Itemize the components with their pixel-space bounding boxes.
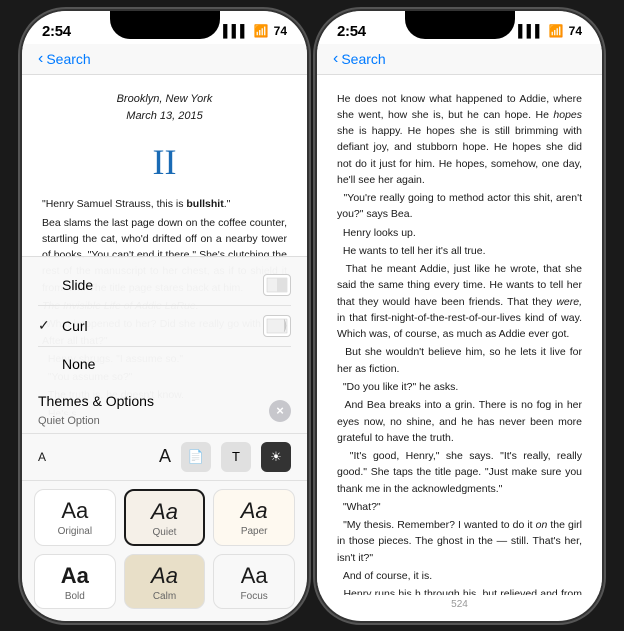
themes-title: Themes & (38, 393, 106, 409)
time-left: 2:54 (42, 23, 71, 40)
status-icons-right: ▌▌▌ 📶 74 (518, 24, 582, 38)
right-phone: 2:54 ▌▌▌ 📶 74 ‹ Search He does not know … (317, 11, 602, 621)
theme-quiet-inner: Aa Quiet (126, 491, 204, 544)
theme-focus-card[interactable]: Aa Focus (213, 554, 295, 609)
font-options-button[interactable]: 📄 (181, 442, 211, 472)
battery-right: 74 (569, 24, 582, 38)
theme-quiet-card[interactable]: Aa Quiet (124, 489, 206, 546)
theme-calm-name: Calm (131, 591, 199, 602)
bottom-panel-left: Slide ✓ Curl (22, 256, 307, 621)
wifi-icon-right: 📶 (549, 24, 564, 38)
font-size-large-label: A (159, 446, 171, 467)
time-right: 2:54 (337, 23, 366, 40)
curl-preview-icon (266, 318, 288, 334)
signal-icon-right: ▌▌▌ (518, 24, 544, 38)
theme-original-name: Original (41, 526, 109, 537)
notch-right (405, 11, 515, 39)
battery-left: 74 (274, 24, 287, 38)
book-text-right: He does not know what happened to Addie,… (337, 91, 582, 595)
font-size-small-label: A (38, 450, 46, 464)
back-label-left: Search (46, 51, 90, 67)
book-content-right: He does not know what happened to Addie,… (317, 75, 602, 595)
theme-original-card[interactable]: Aa Original (34, 489, 116, 546)
font-controls-row: A A 📄 T ☀ (22, 434, 307, 481)
themes-subtitle: Options (106, 393, 154, 409)
chapter-number: II (42, 135, 287, 191)
theme-original-inner: Aa Original (35, 490, 115, 543)
none-text: None (62, 356, 95, 372)
back-button-left[interactable]: ‹ Search (38, 50, 91, 68)
slide-icon-box (263, 274, 291, 296)
theme-bold-name: Bold (41, 591, 109, 602)
signal-icon: ▌▌▌ (223, 24, 249, 38)
nav-bar-left: ‹ Search (22, 44, 307, 75)
curl-label: ✓ Curl (38, 317, 88, 334)
themes-label: Themes & Options Quiet Option (38, 393, 154, 429)
page-number: 524 (317, 595, 602, 614)
chevron-left-icon-right: ‹ (333, 50, 338, 68)
left-phone: 2:54 ▌▌▌ 📶 74 ‹ Search Brooklyn, New Yor… (22, 11, 307, 621)
slide-label: Slide (38, 277, 93, 293)
slide-preview-icon (266, 277, 288, 293)
theme-paper-inner: Aa Paper (214, 490, 294, 543)
curl-icon-box (263, 315, 291, 337)
transition-menu: Slide ✓ Curl (22, 257, 307, 387)
quiet-option-label: Quiet Option (38, 415, 100, 427)
status-icons-left: ▌▌▌ 📶 74 (223, 24, 287, 38)
back-label-right: Search (341, 51, 385, 67)
close-button[interactable]: × (269, 400, 291, 422)
theme-bold-aa: Aa (41, 563, 109, 589)
themes-header-row: Themes & Options Quiet Option × (22, 387, 307, 434)
theme-bold-inner: Aa Bold (35, 555, 115, 608)
theme-calm-inner: Aa Calm (125, 555, 205, 608)
theme-original-aa: Aa (41, 498, 109, 524)
theme-calm-aa: Aa (131, 563, 199, 589)
back-button-right[interactable]: ‹ Search (333, 50, 386, 68)
theme-paper-aa: Aa (220, 498, 288, 524)
transition-slide[interactable]: Slide (38, 265, 291, 306)
curl-text: Curl (62, 318, 88, 334)
brightness-button[interactable]: ☀ (261, 442, 291, 472)
theme-bold-card[interactable]: Aa Bold (34, 554, 116, 609)
nav-bar-right: ‹ Search (317, 44, 602, 75)
theme-focus-name: Focus (220, 591, 288, 602)
notch (110, 11, 220, 39)
book-location: Brooklyn, New YorkMarch 13, 2015 (42, 91, 287, 125)
theme-focus-inner: Aa Focus (214, 555, 294, 608)
themes-grid: Aa Original Aa Quiet Aa Paper (22, 481, 307, 621)
theme-calm-card[interactable]: Aa Calm (124, 554, 206, 609)
theme-paper-card[interactable]: Aa Paper (213, 489, 295, 546)
transition-none[interactable]: None (38, 347, 291, 381)
checkmark-curl: ✓ (38, 317, 54, 334)
theme-quiet-name: Quiet (132, 527, 198, 538)
theme-quiet-aa: Aa (132, 499, 198, 525)
transition-curl[interactable]: ✓ Curl (38, 306, 291, 347)
none-label: None (38, 356, 95, 372)
font-format-button[interactable]: T (221, 442, 251, 472)
wifi-icon: 📶 (254, 24, 269, 38)
theme-paper-name: Paper (220, 526, 288, 537)
slide-text: Slide (62, 277, 93, 293)
chevron-left-icon: ‹ (38, 50, 43, 68)
theme-focus-aa: Aa (220, 563, 288, 589)
